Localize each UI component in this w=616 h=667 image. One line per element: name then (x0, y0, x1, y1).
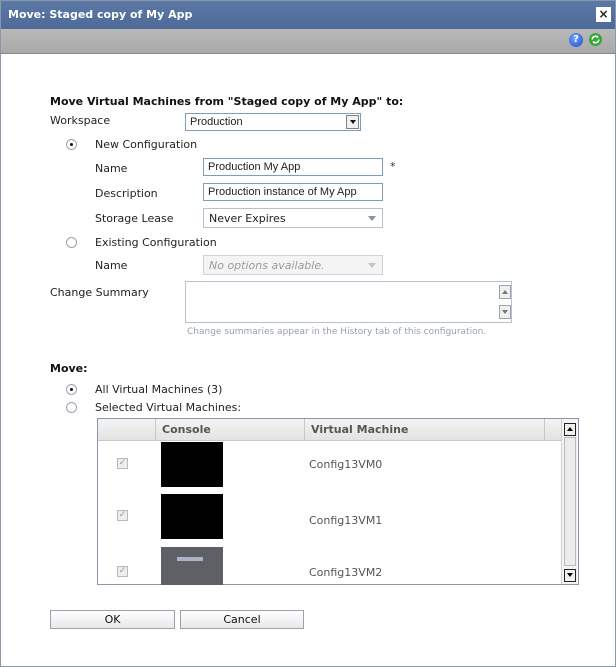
storage-lease-label: Storage Lease (95, 212, 174, 225)
selected-vms-label: Selected Virtual Machines: (95, 401, 242, 414)
chevron-down-icon (368, 263, 376, 268)
column-separator (304, 419, 305, 440)
new-config-name-label: Name (95, 162, 128, 175)
description-label: Description (95, 187, 158, 200)
move-heading: Move Virtual Machines from "Staged copy … (50, 95, 404, 108)
vm-name: Config13VM2 (309, 566, 383, 579)
existing-configuration-label: Existing Configuration (95, 236, 217, 249)
grid-scrollbar[interactable] (561, 419, 578, 584)
console-thumbnail[interactable] (161, 494, 223, 539)
help-icon[interactable]: ? (569, 33, 583, 47)
refresh-icon[interactable] (588, 32, 603, 47)
storage-lease-value: Never Expires (209, 212, 286, 225)
storage-lease-select[interactable]: Never Expires (203, 208, 383, 228)
scroll-down-icon[interactable] (564, 569, 576, 582)
scrollbar-thumb[interactable] (564, 437, 576, 566)
workspace-select-value: Production (190, 116, 243, 128)
table-row[interactable]: ✓ Config13VM0 (98, 441, 561, 488)
all-vms-radio[interactable] (66, 384, 77, 395)
vm-name: Config13VM0 (309, 458, 383, 471)
description-input[interactable]: Production instance of My App (203, 183, 383, 201)
ok-button[interactable]: OK (50, 610, 175, 629)
column-separator (155, 419, 156, 440)
title-bar: Move: Staged copy of My App × (1, 1, 615, 29)
existing-config-name-select[interactable]: No options available. (203, 255, 383, 275)
change-summary-textarea[interactable] (185, 281, 512, 323)
chevron-down-icon (368, 216, 376, 221)
scroll-up-icon[interactable] (564, 423, 576, 436)
workspace-select[interactable]: Production (185, 113, 361, 131)
vm-name: Config13VM1 (309, 514, 383, 527)
selected-vms-radio[interactable] (66, 402, 77, 413)
workspace-label: Workspace (50, 114, 111, 127)
chevron-down-icon (346, 115, 359, 129)
column-header-virtual-machine[interactable]: Virtual Machine (311, 423, 408, 436)
row-checkbox[interactable]: ✓ (117, 458, 128, 469)
cancel-button[interactable]: Cancel (180, 610, 304, 629)
new-configuration-label: New Configuration (95, 138, 198, 151)
table-row[interactable]: ✓ Config13VM2 (98, 545, 561, 585)
table-row[interactable]: ✓ Config13VM1 (98, 493, 561, 540)
move-section-heading: Move: (50, 362, 88, 375)
toolbar: ? (1, 29, 615, 54)
column-header-console[interactable]: Console (162, 423, 211, 436)
required-mark: * (390, 160, 396, 173)
console-thumbnail[interactable] (161, 442, 223, 487)
change-summary-label: Change Summary (50, 286, 149, 299)
scroll-down-icon[interactable] (499, 305, 511, 319)
column-separator (544, 419, 545, 440)
vm-grid: Console Virtual Machine ✓ Config13VM0 ✓ … (97, 418, 579, 585)
change-summary-hint: Change summaries appear in the History t… (187, 327, 487, 337)
console-thumbnail-detail (177, 557, 203, 561)
existing-configuration-radio[interactable] (66, 237, 77, 248)
existing-config-name-label: Name (95, 259, 128, 272)
new-configuration-radio[interactable] (66, 139, 77, 150)
all-vms-label: All Virtual Machines (3) (95, 383, 223, 396)
dialog-title: Move: Staged copy of My App (8, 8, 193, 21)
row-checkbox[interactable]: ✓ (117, 510, 128, 521)
close-icon[interactable]: × (596, 7, 611, 22)
new-config-name-input[interactable]: Production My App (203, 158, 383, 176)
scroll-up-icon[interactable] (499, 285, 511, 299)
console-thumbnail[interactable] (161, 547, 223, 585)
existing-config-name-value: No options available. (209, 259, 325, 272)
row-checkbox[interactable]: ✓ (117, 566, 128, 577)
grid-header: Console Virtual Machine (98, 419, 561, 441)
